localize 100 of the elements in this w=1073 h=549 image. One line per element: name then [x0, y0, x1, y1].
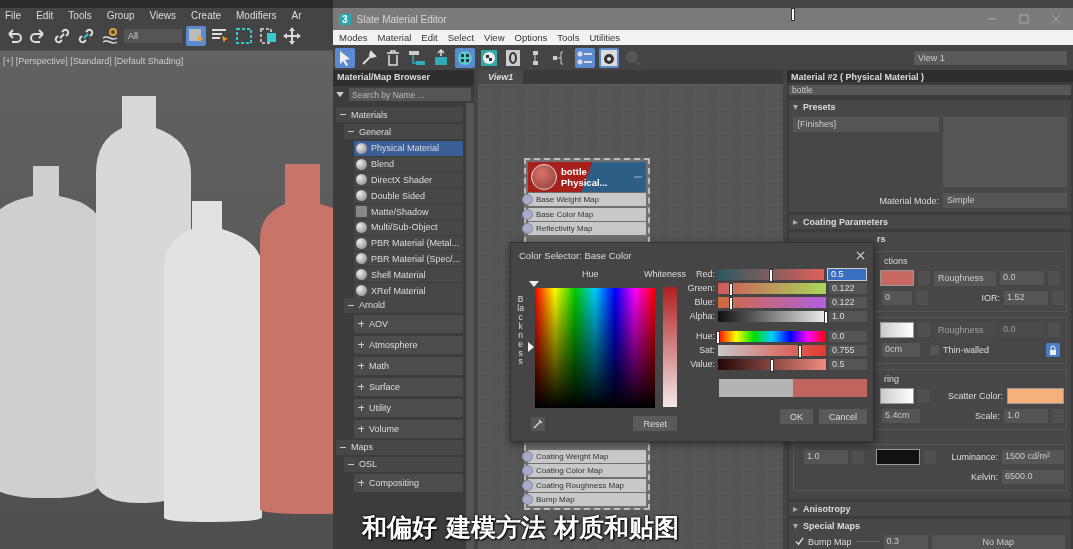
color-slider[interactable]	[718, 282, 826, 294]
roughness-spinner[interactable]: 0.0	[1000, 271, 1044, 285]
preview-window-icon[interactable]	[599, 47, 619, 68]
metalness-spinner[interactable]: 0	[882, 291, 912, 305]
slider-thumb[interactable]	[729, 296, 734, 310]
hue-blackness-field[interactable]	[535, 288, 656, 408]
selection-filter-dropdown[interactable]: All	[124, 29, 182, 43]
expand-icon[interactable]	[358, 404, 364, 411]
value-spinner[interactable]: 0.0	[829, 330, 867, 342]
luminance-spinner[interactable]: 1500 cd/m²	[1002, 450, 1064, 464]
group-header[interactable]: Materials	[336, 107, 463, 122]
radius-spinner[interactable]: 5.4cm	[882, 409, 920, 423]
value-spinner[interactable]: 0.5	[827, 267, 867, 281]
expand-icon[interactable]	[358, 341, 364, 348]
group-header[interactable]: Maps	[336, 439, 463, 455]
category-item[interactable]: Volume	[354, 419, 463, 438]
menu-item[interactable]: Modifiers	[236, 9, 277, 21]
slider-thumb[interactable]	[797, 344, 802, 358]
transparency-color-swatch[interactable]	[880, 322, 914, 338]
scatter-color-swatch[interactable]	[1007, 388, 1064, 404]
reset-button[interactable]: Reset	[633, 416, 677, 431]
menu-item[interactable]: File	[5, 9, 22, 21]
roughness-dropdown[interactable]: Roughness	[934, 270, 996, 286]
lock-icon[interactable]	[1046, 343, 1060, 357]
browser-list-item[interactable]: Blend	[371, 159, 395, 170]
dropdown-arrow-icon[interactable]	[336, 91, 344, 98]
collapse-icon[interactable]	[348, 128, 354, 135]
menu-item[interactable]: Edit	[36, 9, 54, 21]
subsurface-color-swatch[interactable]	[880, 388, 914, 404]
list-icon[interactable]	[575, 47, 595, 68]
presets-dropdown[interactable]: {Finishes}	[793, 117, 939, 132]
value-spinner[interactable]: 0.122	[829, 282, 867, 294]
emission-color-swatch[interactable]	[876, 449, 920, 465]
slider-thumb[interactable]	[729, 282, 734, 296]
expand-icon[interactable]	[358, 425, 364, 432]
slider-thumb[interactable]	[769, 268, 773, 282]
color-slider[interactable]	[718, 310, 826, 322]
rectangle-selection-icon[interactable]	[234, 26, 254, 46]
rollout-header[interactable]: Special Maps	[789, 519, 1071, 533]
cancel-button[interactable]: Cancel	[819, 409, 867, 424]
menu-item[interactable]: Edit	[421, 32, 438, 43]
menu-item[interactable]: Select	[447, 32, 475, 43]
color-slider[interactable]	[718, 358, 826, 370]
collapse-icon[interactable]	[340, 444, 346, 451]
expand-icon[interactable]	[358, 479, 364, 486]
slider-thumb[interactable]	[716, 330, 720, 344]
category-item[interactable]: Math	[354, 356, 463, 375]
window-crossing-icon[interactable]	[258, 26, 278, 46]
menu-item[interactable]: Tools	[68, 9, 92, 21]
rollout-header[interactable]: Anisotropy	[789, 502, 1071, 516]
menu-item[interactable]: View	[484, 32, 505, 43]
expand-icon[interactable]	[358, 383, 364, 390]
select-icon[interactable]	[335, 47, 355, 68]
menu-item[interactable]: Tools	[557, 32, 580, 43]
value-spinner[interactable]: 0.122	[829, 296, 867, 308]
slider-thumb[interactable]	[770, 358, 774, 372]
menu-item[interactable]: Ar	[291, 9, 302, 21]
view-tab[interactable]: View1	[478, 70, 524, 84]
scale-spinner[interactable]: 1.0	[1004, 409, 1048, 423]
group-header[interactable]: OSL	[344, 456, 463, 472]
input-socket-icon[interactable]	[522, 494, 533, 506]
input-socket-icon[interactable]	[522, 465, 533, 477]
base-color-swatch[interactable]	[880, 270, 914, 286]
menu-item[interactable]: Modes	[339, 32, 368, 43]
viewport-label[interactable]: [+] [Perspective] [Standard] [Default Shading]	[0, 51, 187, 71]
eyedropper-icon[interactable]	[531, 416, 545, 431]
slider-thumb[interactable]	[824, 310, 828, 324]
input-socket-icon[interactable]	[522, 208, 533, 220]
link-icon[interactable]	[52, 26, 72, 46]
ior-spinner[interactable]: 1.52	[1004, 291, 1048, 305]
value-spinner[interactable]: 0.755	[829, 344, 867, 356]
input-socket-icon[interactable]	[522, 222, 533, 234]
menu-item[interactable]: Options	[514, 32, 548, 43]
kelvin-spinner[interactable]: 6500.0	[1002, 470, 1064, 484]
menu-item[interactable]: Utilities	[589, 32, 621, 43]
menu-item[interactable]: Create	[191, 9, 222, 21]
rollout-header[interactable]: Presets	[789, 100, 1071, 114]
bump-amount-spinner[interactable]: 0.3	[883, 534, 928, 549]
view-dropdown[interactable]: View 1	[914, 50, 1067, 65]
move-icon[interactable]	[282, 26, 302, 46]
map-button[interactable]: No Map	[931, 534, 1065, 549]
checkbox[interactable]	[795, 537, 804, 546]
bind-icon[interactable]	[100, 26, 120, 46]
ok-button[interactable]: OK	[779, 409, 813, 424]
input-socket-icon[interactable]	[522, 451, 533, 463]
material-mode-dropdown[interactable]: Simple	[943, 193, 1067, 208]
expand-icon[interactable]	[358, 320, 364, 327]
color-slider[interactable]	[718, 296, 826, 308]
category-item[interactable]: Atmosphere	[354, 335, 463, 354]
group-header[interactable]: General	[344, 124, 463, 139]
unlink-icon[interactable]	[76, 26, 96, 46]
category-item[interactable]: Compositing	[354, 473, 463, 492]
category-item[interactable]: Utility	[354, 398, 463, 417]
collapse-icon[interactable]	[348, 461, 354, 468]
hue-marker-icon[interactable]	[529, 281, 540, 287]
input-socket-icon[interactable]	[522, 479, 533, 491]
category-item[interactable]: Surface	[354, 377, 463, 396]
material-name-field[interactable]: bottle	[789, 85, 1071, 95]
zero-icon[interactable]	[503, 47, 523, 68]
category-item[interactable]: AOV	[354, 314, 463, 333]
